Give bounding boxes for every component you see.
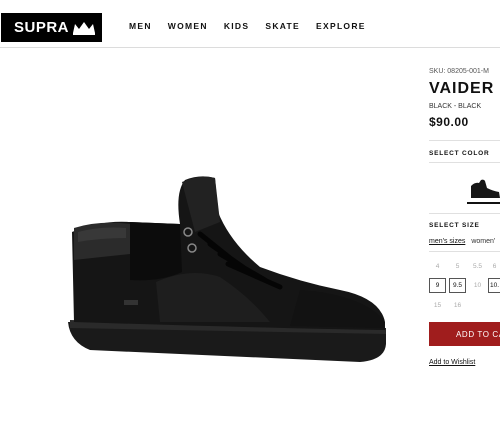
divider [429, 162, 500, 163]
product-image [68, 176, 386, 362]
swatch-shoe-icon [471, 179, 500, 198]
divider [429, 213, 500, 214]
main-nav: MEN WOMEN KIDS SKATE EXPLORE [129, 21, 382, 31]
nav-explore[interactable]: EXPLORE [316, 21, 366, 31]
size-option[interactable]: 5 [449, 259, 466, 274]
site-header: SUPRA MEN WOMEN KIDS SKATE EXPLORE [0, 0, 500, 48]
add-to-cart-button[interactable]: ADD TO CAR [429, 322, 500, 346]
size-option[interactable]: 6 [489, 259, 500, 274]
divider [429, 140, 500, 141]
size-option[interactable]: 10. [488, 278, 500, 293]
size-option[interactable]: 16 [449, 298, 466, 313]
crown-icon [73, 21, 96, 35]
select-size-label: SELECT SIZE [429, 222, 480, 229]
product-price: $90.00 [429, 115, 469, 129]
add-to-wishlist-link[interactable]: Add to Wishlist [429, 359, 475, 366]
supra-logo[interactable]: SUPRA [1, 13, 102, 42]
product-colorway: BLACK - BLACK [429, 103, 482, 110]
select-color-label: SELECT COLOR [429, 150, 490, 157]
size-option[interactable]: 10 [469, 278, 486, 293]
nav-women[interactable]: WOMEN [168, 21, 208, 31]
size-option[interactable]: 15 [429, 298, 446, 313]
product-title: VAIDER [429, 80, 495, 97]
nav-skate[interactable]: SKATE [265, 21, 300, 31]
nav-kids[interactable]: KIDS [224, 21, 250, 31]
product-sku: SKU: 08205-001-M [429, 68, 489, 75]
color-swatch-black[interactable] [467, 178, 500, 204]
divider [429, 251, 500, 252]
size-option[interactable]: 5.5 [469, 259, 486, 274]
logo-text: SUPRA [14, 19, 70, 36]
size-tabs: men's sizes women' [429, 238, 500, 245]
size-option[interactable]: 4 [429, 259, 446, 274]
tab-womens-sizes[interactable]: women' [471, 238, 495, 245]
nav-men[interactable]: MEN [129, 21, 152, 31]
size-option[interactable]: 9 [429, 278, 446, 293]
size-option[interactable]: 9.5 [449, 278, 466, 293]
tab-mens-sizes[interactable]: men's sizes [429, 238, 465, 245]
